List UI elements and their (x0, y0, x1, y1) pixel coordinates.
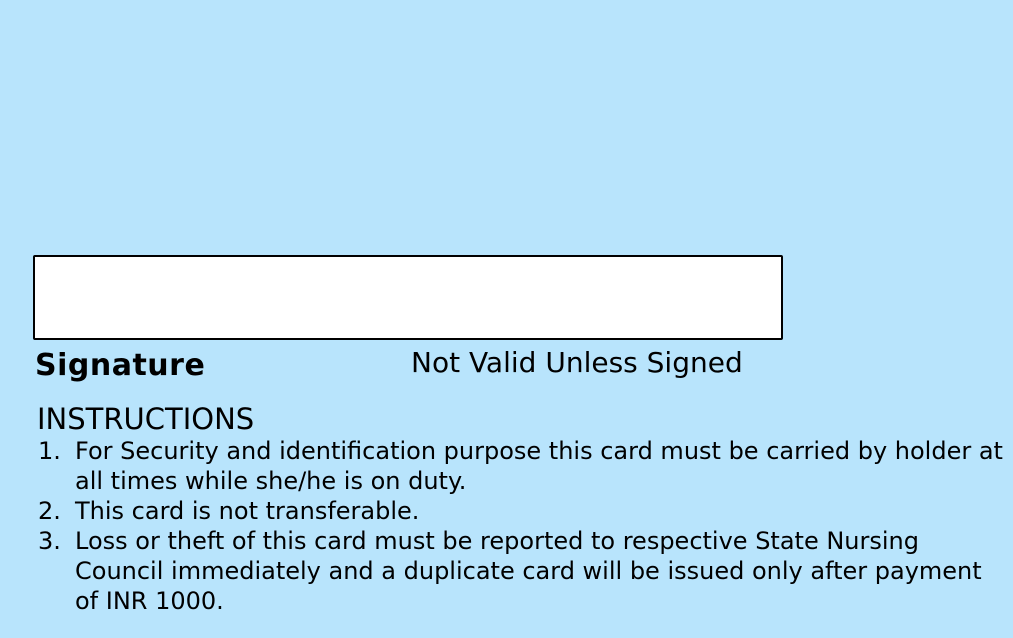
instruction-number: 2. (38, 497, 61, 525)
signature-box (33, 255, 783, 340)
instruction-number: 3. (38, 527, 61, 555)
instruction-number: 1. (38, 437, 61, 465)
instruction-text: This card is not transferable. (75, 497, 420, 525)
instructions-heading: INSTRUCTIONS (37, 402, 255, 436)
instruction-item: 3. Loss or theft of this card must be re… (38, 526, 1010, 616)
validity-note: Not Valid Unless Signed (411, 346, 743, 379)
instruction-text: Loss or theft of this card must be repor… (75, 527, 982, 615)
instruction-item: 2. This card is not transferable. (38, 496, 1010, 526)
instruction-item: 1. For Security and identification purpo… (38, 436, 1010, 496)
instruction-text: For Security and identification purpose … (75, 437, 1003, 495)
instructions-list: 1. For Security and identification purpo… (38, 436, 1010, 616)
signature-label: Signature (35, 348, 206, 383)
